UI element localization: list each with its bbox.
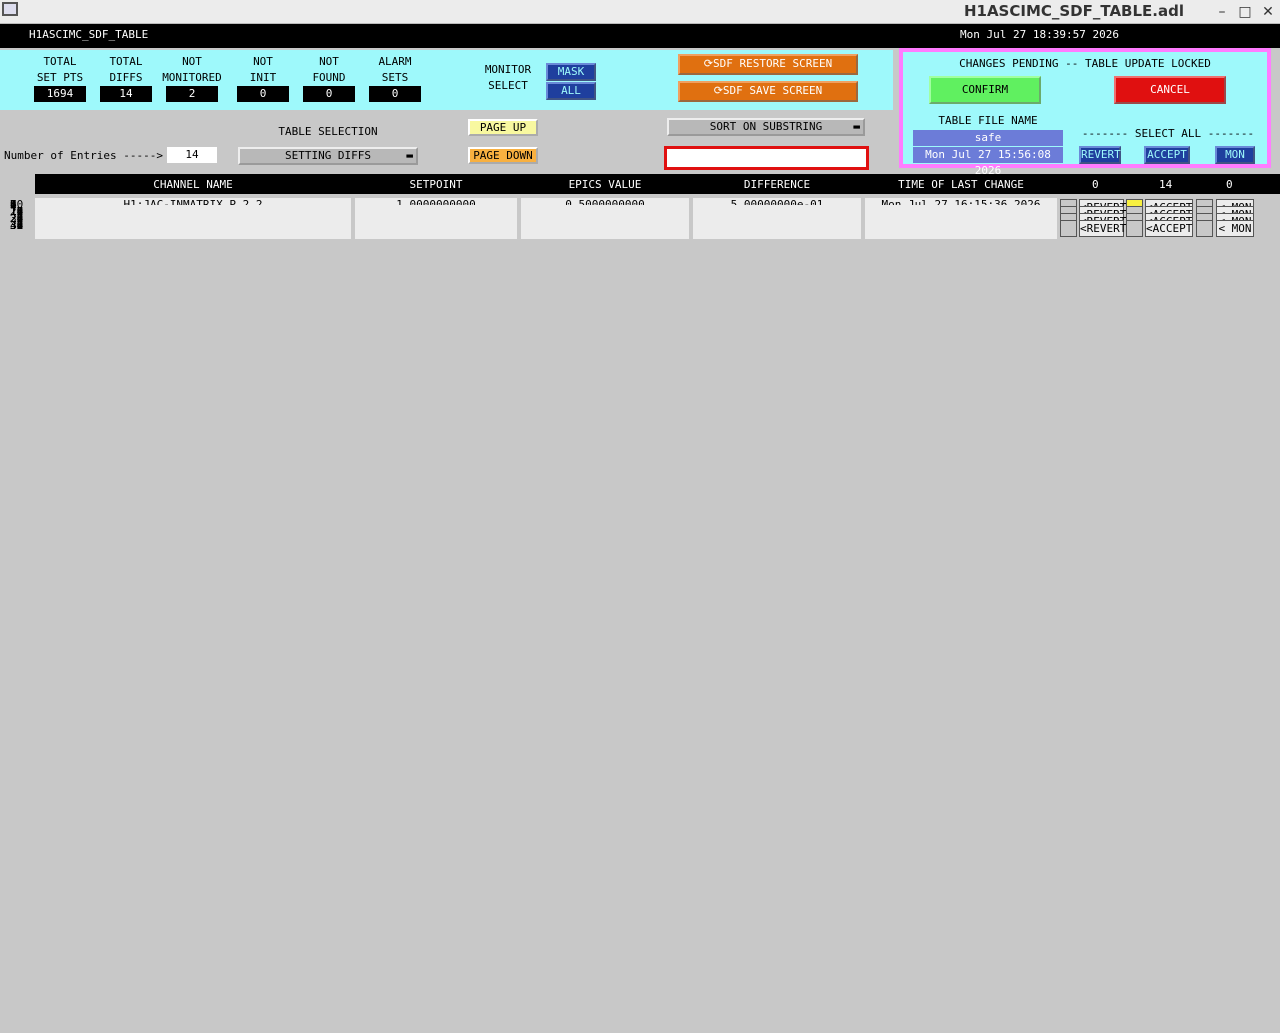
dropdown-icon: ▬ <box>406 149 413 162</box>
table-file-time: Mon Jul 27 15:56:08 2026 <box>913 147 1063 177</box>
table-row <box>35 219 1057 239</box>
mon-checkbox[interactable] <box>1196 220 1213 237</box>
mask-button[interactable]: MASK <box>546 63 596 81</box>
table-file-name: safe <box>913 130 1063 146</box>
window-titlebar: H1ASCIMC_SDF_TABLE.adl – □ ✕ <box>0 0 1280 24</box>
revert-count: 0 <box>1092 178 1099 191</box>
col-difference-header: DIFFERENCE <box>743 178 811 191</box>
accept-button[interactable]: <ACCEPT <box>1145 220 1193 237</box>
entries-value: 14 <box>167 147 217 163</box>
sdf-save-button[interactable]: ⟳SDF SAVE SCREEN <box>678 81 858 102</box>
col-channel-header: CHANNEL NAME <box>153 178 233 191</box>
table-selection-dropdown[interactable]: SETTING DIFFS ▬ <box>238 147 418 165</box>
dropdown-icon: ▬ <box>853 120 860 133</box>
accept-all-button[interactable]: ACCEPT <box>1144 146 1190 164</box>
stat-value: 0 <box>303 86 355 102</box>
count-header: 0 14 0 <box>1057 174 1280 194</box>
close-button[interactable]: ✕ <box>1258 3 1278 21</box>
stat-label: NOT INIT <box>249 55 277 84</box>
stats-panel: TOTAL SET PTS 1694 TOTAL DIFFS 14 NOT MONITO… <box>0 50 893 110</box>
column-separator <box>861 219 865 239</box>
app-icon <box>2 2 18 16</box>
revert-button[interactable]: <REVERT <box>1079 220 1126 237</box>
confirm-button[interactable]: CONFIRM <box>929 76 1041 104</box>
stat-label: NOT FOUND <box>312 55 346 84</box>
pending-panel: CHANGES PENDING -- TABLE UPDATE LOCKED C… <box>899 48 1271 177</box>
pending-title: CHANGES PENDING -- TABLE UPDATE LOCKED <box>959 57 1211 70</box>
revert-all-button[interactable]: REVERT <box>1079 146 1121 164</box>
select-all-label: ------- SELECT ALL ------- <box>1081 127 1255 140</box>
column-separator <box>689 219 693 239</box>
stat-label: NOT MONITORED <box>162 55 222 84</box>
stat-label: TOTAL DIFFS <box>109 55 143 84</box>
entries-label: Number of Entries -----> <box>4 149 163 162</box>
stat-label: TOTAL SET PTS <box>36 55 84 84</box>
cancel-button[interactable]: CANCEL <box>1114 76 1226 104</box>
mon-all-button[interactable]: MON <box>1215 146 1255 164</box>
page-up-button[interactable]: PAGE UP <box>468 119 538 136</box>
row-number: 40 <box>10 219 24 232</box>
column-separator <box>517 219 521 239</box>
sort-substring-dropdown[interactable]: SORT ON SUBSTRING ▬ <box>667 118 865 136</box>
screen-header: H1ASCIMC_SDF_TABLE Mon Jul 27 18:39:57 2… <box>0 24 1280 48</box>
stat-value: 0 <box>237 86 289 102</box>
cell-ch <box>35 219 351 239</box>
accept-checkbox[interactable] <box>1126 220 1143 237</box>
mon-count: 0 <box>1226 178 1233 191</box>
table-file-label: TABLE FILE NAME <box>938 114 1038 127</box>
minimize-button[interactable]: – <box>1212 3 1232 21</box>
cell-sp <box>355 219 517 239</box>
selection-panel: Number of Entries -----> 14 TABLE SELECT… <box>0 112 893 170</box>
stat-value: 1694 <box>34 86 86 102</box>
window-title: H1ASCIMC_SDF_TABLE.adl <box>963 2 1184 20</box>
revert-checkbox[interactable] <box>1060 220 1077 237</box>
col-epics-header: EPICS VALUE <box>568 178 642 191</box>
maximize-button[interactable]: □ <box>1235 3 1255 21</box>
stat-label: ALARM SETS <box>378 55 412 84</box>
stat-value: 2 <box>166 86 218 102</box>
cell-time <box>865 219 1057 239</box>
sort-substring-label: SORT ON SUBSTRING <box>709 120 823 133</box>
col-setpoint-header: SETPOINT <box>409 178 463 191</box>
monitor-select-label: MONITOR SELECT <box>484 63 532 92</box>
current-datetime: Mon Jul 27 18:39:57 2026 <box>960 28 1119 41</box>
stat-value: 14 <box>100 86 152 102</box>
screen-name: H1ASCIMC_SDF_TABLE <box>29 28 149 41</box>
column-separator <box>351 219 355 239</box>
cell-ev <box>521 219 689 239</box>
page-down-button[interactable]: PAGE DOWN <box>468 147 538 164</box>
substring-input[interactable] <box>664 146 869 170</box>
mon-button[interactable]: < MON <box>1216 220 1254 237</box>
sdf-restore-button[interactable]: ⟳SDF RESTORE SCREEN <box>678 54 858 75</box>
all-button[interactable]: ALL <box>546 82 596 100</box>
table-selection-value: SETTING DIFFS <box>284 149 372 162</box>
stat-value: 0 <box>369 86 421 102</box>
table-selection-label: TABLE SELECTION <box>278 125 378 138</box>
cell-diff <box>693 219 861 239</box>
accept-count: 14 <box>1159 178 1173 191</box>
table-header: CHANNEL NAME SETPOINT EPICS VALUE DIFFER… <box>35 174 1057 194</box>
col-time-header: TIME OF LAST CHANGE <box>898 178 1024 191</box>
